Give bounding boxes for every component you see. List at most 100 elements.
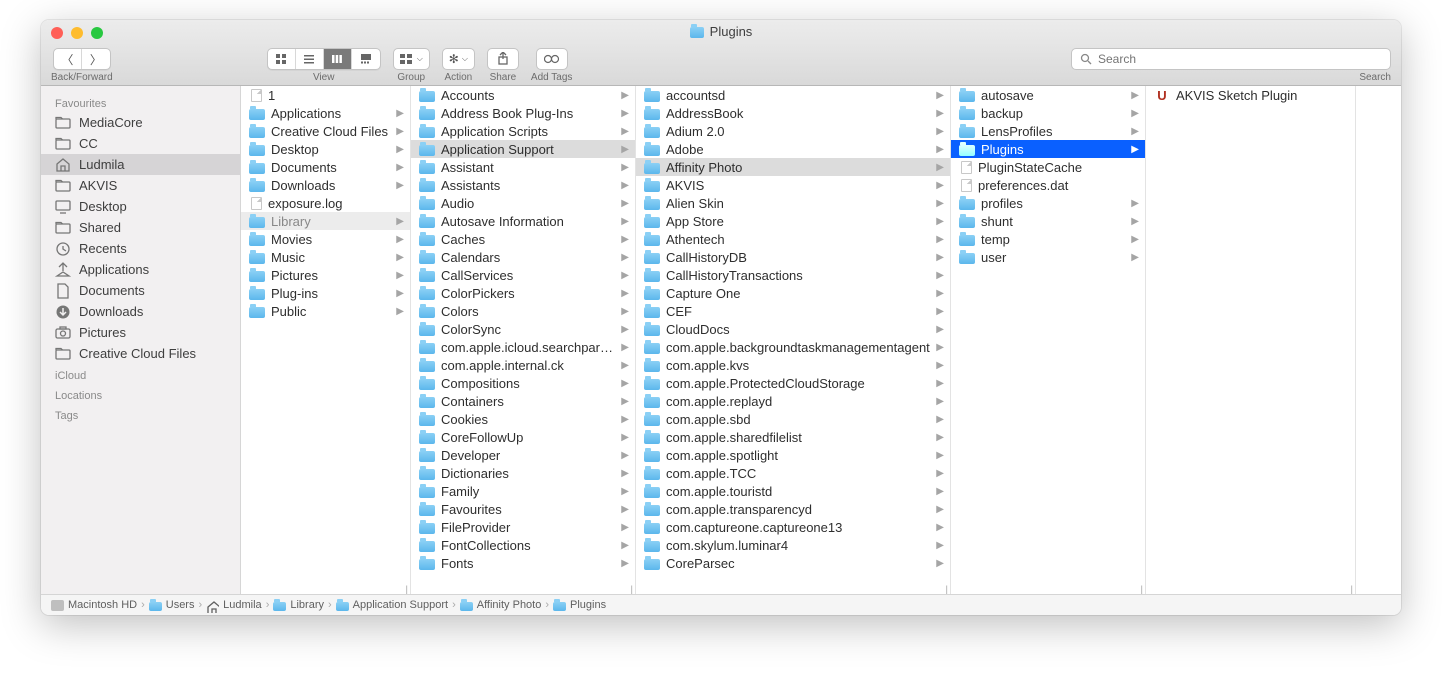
- list-item[interactable]: LensProfiles▶: [951, 122, 1145, 140]
- list-item[interactable]: Applications▶: [241, 104, 410, 122]
- list-item[interactable]: Movies▶: [241, 230, 410, 248]
- sidebar-item[interactable]: Downloads: [41, 301, 240, 322]
- sidebar-item[interactable]: Ludmila: [41, 154, 240, 175]
- list-item[interactable]: user▶: [951, 248, 1145, 266]
- list-item[interactable]: ColorSync▶: [411, 320, 635, 338]
- list-item[interactable]: Containers▶: [411, 392, 635, 410]
- column[interactable]: Accounts▶Address Book Plug-Ins▶Applicati…: [411, 86, 636, 594]
- list-item[interactable]: CoreFollowUp▶: [411, 428, 635, 446]
- sidebar-item[interactable]: MediaCore: [41, 112, 240, 133]
- list-item[interactable]: com.apple.touristd▶: [636, 482, 950, 500]
- list-item[interactable]: Music▶: [241, 248, 410, 266]
- path-item[interactable]: Users: [149, 599, 195, 611]
- column-view-button[interactable]: [324, 49, 352, 69]
- list-item[interactable]: Fonts▶: [411, 554, 635, 572]
- path-item[interactable]: Ludmila: [206, 599, 262, 611]
- sidebar-item[interactable]: Pictures: [41, 322, 240, 343]
- list-item[interactable]: exposure.log: [241, 194, 410, 212]
- list-item[interactable]: Pictures▶: [241, 266, 410, 284]
- list-item[interactable]: com.captureone.captureone13▶: [636, 518, 950, 536]
- list-item[interactable]: Adium 2.0▶: [636, 122, 950, 140]
- column[interactable]: UAKVIS Sketch Plugin ||: [1146, 86, 1356, 594]
- path-item[interactable]: Library: [273, 599, 324, 611]
- list-item[interactable]: Autosave Information▶: [411, 212, 635, 230]
- list-item[interactable]: App Store▶: [636, 212, 950, 230]
- sidebar-item[interactable]: Documents: [41, 280, 240, 301]
- gallery-view-button[interactable]: [352, 49, 380, 69]
- list-item[interactable]: Athentech▶: [636, 230, 950, 248]
- list-item[interactable]: CallHistoryTransactions▶: [636, 266, 950, 284]
- list-item[interactable]: shunt▶: [951, 212, 1145, 230]
- list-item[interactable]: ColorPickers▶: [411, 284, 635, 302]
- search-input[interactable]: [1098, 52, 1382, 66]
- group-button[interactable]: ⌵: [393, 48, 430, 70]
- list-item[interactable]: Creative Cloud Files▶: [241, 122, 410, 140]
- list-item[interactable]: com.apple.replayd▶: [636, 392, 950, 410]
- list-item[interactable]: com.apple.TCC▶: [636, 464, 950, 482]
- list-item[interactable]: Accounts▶: [411, 86, 635, 104]
- list-item[interactable]: FileProvider▶: [411, 518, 635, 536]
- list-item[interactable]: Library▶: [241, 212, 410, 230]
- sidebar-item[interactable]: Creative Cloud Files: [41, 343, 240, 364]
- list-item[interactable]: com.apple.ProtectedCloudStorage▶: [636, 374, 950, 392]
- list-item[interactable]: CoreParsec▶: [636, 554, 950, 572]
- path-item[interactable]: Affinity Photo: [460, 599, 542, 611]
- list-item[interactable]: Application Scripts▶: [411, 122, 635, 140]
- list-item[interactable]: profiles▶: [951, 194, 1145, 212]
- column-resize-handle[interactable]: ||: [1140, 584, 1141, 594]
- column-resize-handle[interactable]: ||: [630, 584, 631, 594]
- list-item[interactable]: Adobe▶: [636, 140, 950, 158]
- path-item[interactable]: Application Support: [336, 599, 448, 611]
- column-resize-handle[interactable]: ||: [405, 584, 406, 594]
- sidebar-item[interactable]: AKVIS: [41, 175, 240, 196]
- list-item[interactable]: com.apple.backgroundtaskmanagementagent▶: [636, 338, 950, 356]
- column-resize-handle[interactable]: ||: [1350, 584, 1351, 594]
- back-button[interactable]: 〈: [54, 49, 82, 69]
- sidebar-item[interactable]: Recents: [41, 238, 240, 259]
- list-item[interactable]: preferences.dat: [951, 176, 1145, 194]
- column-resize-handle[interactable]: ||: [945, 584, 946, 594]
- path-item[interactable]: Plugins: [553, 599, 606, 611]
- list-item[interactable]: Affinity Photo▶: [636, 158, 950, 176]
- list-item[interactable]: Plugins▶: [951, 140, 1145, 158]
- list-item[interactable]: Calendars▶: [411, 248, 635, 266]
- list-item[interactable]: CallHistoryDB▶: [636, 248, 950, 266]
- column-browser[interactable]: 1Applications▶Creative Cloud Files▶Deskt…: [241, 86, 1401, 594]
- tags-button[interactable]: [536, 48, 568, 70]
- list-item[interactable]: CEF▶: [636, 302, 950, 320]
- list-item[interactable]: com.apple.sbd▶: [636, 410, 950, 428]
- search-field[interactable]: [1071, 48, 1391, 70]
- sidebar-item[interactable]: CC: [41, 133, 240, 154]
- list-item[interactable]: CallServices▶: [411, 266, 635, 284]
- list-item[interactable]: Application Support▶: [411, 140, 635, 158]
- list-item[interactable]: Audio▶: [411, 194, 635, 212]
- column[interactable]: 1Applications▶Creative Cloud Files▶Deskt…: [241, 86, 411, 594]
- list-item[interactable]: com.skylum.luminar4▶: [636, 536, 950, 554]
- list-item[interactable]: 1: [241, 86, 410, 104]
- list-item[interactable]: Caches▶: [411, 230, 635, 248]
- path-bar[interactable]: Macintosh HD›Users›Ludmila›Library›Appli…: [41, 594, 1401, 615]
- list-item[interactable]: Compositions▶: [411, 374, 635, 392]
- list-item[interactable]: autosave▶: [951, 86, 1145, 104]
- list-item[interactable]: Alien Skin▶: [636, 194, 950, 212]
- minimize-button[interactable]: [71, 27, 83, 39]
- list-item[interactable]: accountsd▶: [636, 86, 950, 104]
- sidebar[interactable]: FavouritesMediaCoreCCLudmilaAKVISDesktop…: [41, 86, 241, 594]
- list-item[interactable]: Plug-ins▶: [241, 284, 410, 302]
- list-item[interactable]: UAKVIS Sketch Plugin: [1146, 86, 1355, 104]
- list-item[interactable]: Assistants▶: [411, 176, 635, 194]
- list-item[interactable]: temp▶: [951, 230, 1145, 248]
- list-item[interactable]: Favourites▶: [411, 500, 635, 518]
- list-item[interactable]: Public▶: [241, 302, 410, 320]
- sidebar-item[interactable]: Desktop: [41, 196, 240, 217]
- action-button[interactable]: ✻⌵: [442, 48, 475, 70]
- list-item[interactable]: AddressBook▶: [636, 104, 950, 122]
- list-item[interactable]: Documents▶: [241, 158, 410, 176]
- list-view-button[interactable]: [296, 49, 324, 69]
- column[interactable]: autosave▶backup▶LensProfiles▶Plugins▶Plu…: [951, 86, 1146, 594]
- list-item[interactable]: Developer▶: [411, 446, 635, 464]
- list-item[interactable]: com.apple.icloud.searchpartyd▶: [411, 338, 635, 356]
- list-item[interactable]: com.apple.kvs▶: [636, 356, 950, 374]
- list-item[interactable]: Desktop▶: [241, 140, 410, 158]
- list-item[interactable]: Assistant▶: [411, 158, 635, 176]
